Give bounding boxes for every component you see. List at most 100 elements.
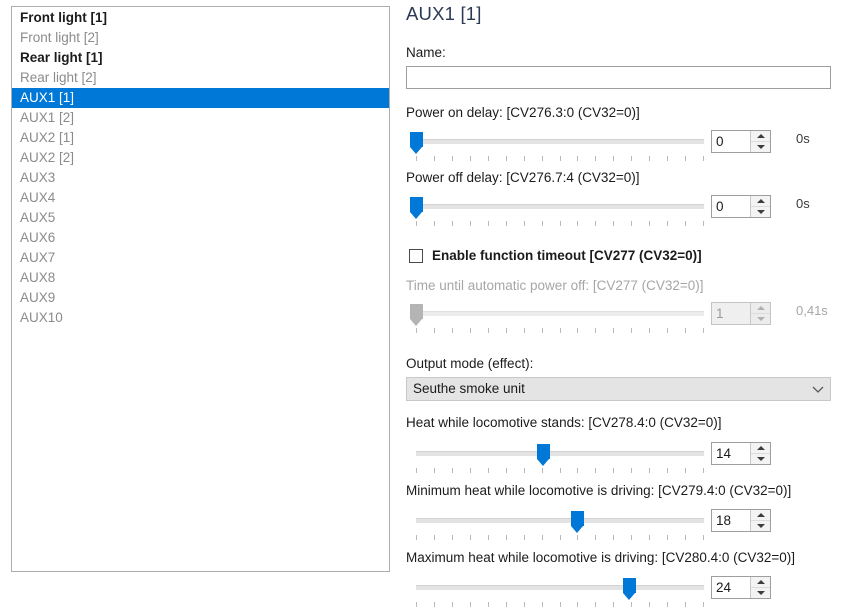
slider-tick [452, 156, 453, 161]
list-item[interactable]: AUX3 [12, 168, 389, 188]
slider-thumb[interactable] [571, 511, 585, 533]
heat-max-driving-slider[interactable] [416, 576, 704, 610]
slider-tick [685, 221, 686, 226]
heat-min-driving-spinner[interactable]: 18 [711, 509, 771, 532]
slider-tick [577, 156, 578, 161]
spinner-down-icon [751, 314, 770, 324]
slider-tick [524, 328, 525, 333]
slider-tick [470, 602, 471, 607]
slider-tick [542, 468, 543, 473]
slider-tick [595, 221, 596, 226]
slider-tick [613, 602, 614, 607]
spinner-up-icon[interactable] [751, 131, 770, 142]
spinner-up-icon[interactable] [751, 510, 770, 521]
list-item[interactable]: AUX6 [12, 228, 389, 248]
list-item[interactable]: AUX2 [2] [12, 148, 389, 168]
list-item[interactable]: Front light [1] [12, 8, 389, 28]
enable-function-timeout-label: Enable function timeout [CV277 (CV32=0)] [432, 248, 702, 263]
slider-thumb[interactable] [536, 444, 550, 466]
list-item[interactable]: AUX1 [2] [12, 108, 389, 128]
slider-thumb[interactable] [410, 132, 423, 154]
slider-tick [452, 535, 453, 540]
list-item[interactable]: AUX2 [1] [12, 128, 389, 148]
slider-tick [452, 328, 453, 333]
power-on-delay-label: Power on delay: [CV276.3:0 (CV32=0)] [406, 105, 640, 120]
power-off-delay-slider[interactable] [410, 195, 704, 229]
spinner-down-icon[interactable] [751, 588, 770, 598]
spinner-up-icon[interactable] [751, 443, 770, 454]
slider-tick [667, 535, 668, 540]
slider-tick [631, 535, 632, 540]
output-mode-select[interactable]: Seuthe smoke unit [406, 377, 831, 401]
auto-power-off-control: 1 0,41s [406, 300, 842, 340]
power-on-delay-slider[interactable] [410, 130, 704, 164]
heat-min-driving-slider[interactable] [416, 509, 704, 543]
auto-power-off-unit: 0,41s [796, 303, 828, 318]
slider-tick [488, 602, 489, 607]
spinner-down-icon[interactable] [751, 521, 770, 531]
spinner-value: 18 [716, 513, 732, 528]
function-output-list[interactable]: Front light [1] Front light [2] Rear light… [11, 6, 390, 572]
slider-thumb [410, 304, 423, 326]
slider-tick [488, 468, 489, 473]
enable-function-timeout-checkbox[interactable] [409, 249, 423, 263]
list-item[interactable]: AUX10 [12, 308, 389, 328]
spinner-down-icon[interactable] [751, 454, 770, 464]
list-item[interactable]: Rear light [1] [12, 48, 389, 68]
list-item[interactable]: Front light [2] [12, 28, 389, 48]
spinner-value: 0 [716, 199, 724, 214]
slider-thumb[interactable] [623, 578, 637, 600]
spinner-down-icon[interactable] [751, 142, 770, 152]
slider-tick [470, 468, 471, 473]
heat-max-driving-spinner[interactable]: 24 [711, 576, 771, 599]
slider-thumb[interactable] [410, 197, 423, 219]
power-on-delay-spinner[interactable]: 0 [711, 130, 771, 153]
spinner-buttons[interactable] [750, 131, 770, 152]
name-input[interactable] [406, 66, 831, 89]
slider-tick [685, 468, 686, 473]
spinner-buttons[interactable] [750, 510, 770, 531]
slider-tick [524, 468, 525, 473]
list-item[interactable]: AUX7 [12, 248, 389, 268]
slider-track [416, 518, 704, 523]
power-off-delay-spinner[interactable]: 0 [711, 195, 771, 218]
slider-tick [488, 156, 489, 161]
slider-tick [560, 328, 561, 333]
list-item[interactable]: AUX5 [12, 208, 389, 228]
slider-tick [506, 156, 507, 161]
slider-tick [452, 221, 453, 226]
slider-ticks [416, 468, 704, 474]
list-item[interactable]: AUX8 [12, 268, 389, 288]
slider-tick [703, 156, 704, 161]
heat-stands-spinner[interactable]: 14 [711, 442, 771, 465]
slider-tick [649, 221, 650, 226]
slider-tick [649, 468, 650, 473]
slider-tick [506, 221, 507, 226]
list-item[interactable]: Rear light [2] [12, 68, 389, 88]
slider-tick [488, 535, 489, 540]
slider-tick [434, 535, 435, 540]
slider-tick [703, 468, 704, 473]
slider-tick [595, 468, 596, 473]
spinner-up-icon[interactable] [751, 577, 770, 588]
auto-power-off-spinner: 1 [711, 302, 771, 325]
list-item[interactable]: AUX1 [1] [12, 88, 389, 108]
list-item[interactable]: AUX4 [12, 188, 389, 208]
spinner-buttons [750, 303, 770, 324]
spinner-down-icon[interactable] [751, 207, 770, 217]
spinner-buttons[interactable] [750, 443, 770, 464]
slider-track [416, 139, 704, 144]
slider-tick [577, 221, 578, 226]
slider-tick [667, 221, 668, 226]
list-item[interactable]: AUX9 [12, 288, 389, 308]
spinner-buttons[interactable] [750, 577, 770, 598]
spinner-buttons[interactable] [750, 196, 770, 217]
heat-stands-label: Heat while locomotive stands: [CV278.4:0… [406, 415, 722, 430]
slider-tick [524, 156, 525, 161]
slider-tick [560, 602, 561, 607]
spinner-up-icon[interactable] [751, 196, 770, 207]
output-mode-selected-value: Seuthe smoke unit [413, 381, 525, 396]
slider-track [416, 311, 704, 316]
heat-stands-slider[interactable] [416, 442, 704, 476]
slider-tick [434, 328, 435, 333]
